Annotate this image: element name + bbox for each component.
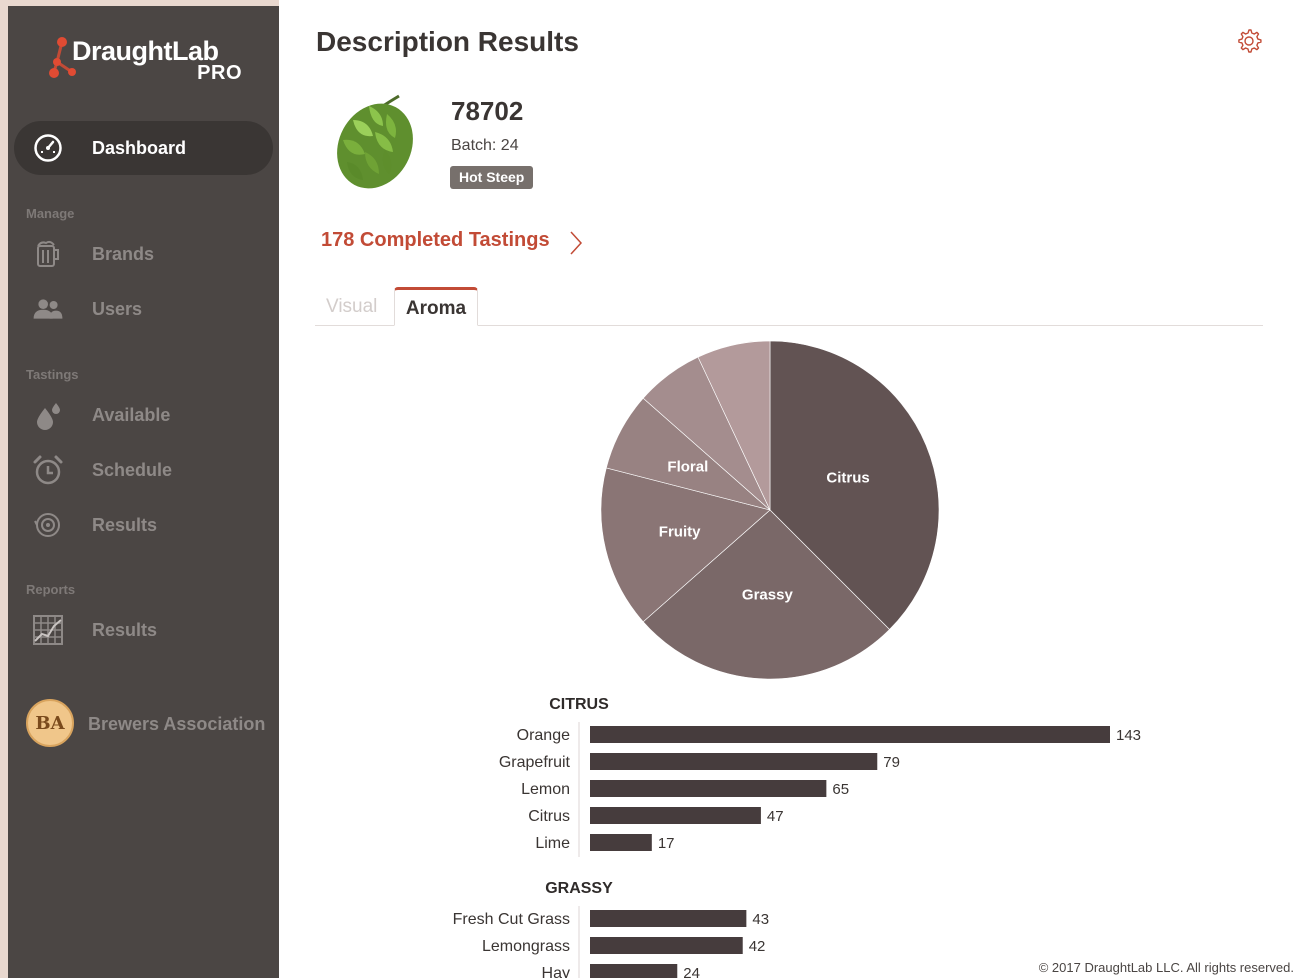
aroma-charts: Citrus Grassy Fruity Floral CITRUS Orange 143 G… bbox=[453, 340, 1141, 978]
bar-value-label: 47 bbox=[767, 808, 784, 825]
alarm-clock-icon bbox=[32, 454, 64, 486]
bar bbox=[590, 834, 652, 851]
bar bbox=[590, 780, 827, 797]
sidebar-item-schedule[interactable]: Schedule bbox=[8, 450, 279, 490]
drops-icon bbox=[32, 399, 64, 431]
bar bbox=[590, 807, 761, 824]
pie-label-fruity: Fruity bbox=[659, 524, 701, 541]
section-label-reports: Reports bbox=[26, 582, 76, 597]
sidebar-item-label: Schedule bbox=[92, 460, 173, 480]
org-name[interactable]: Brewers Association bbox=[88, 714, 265, 735]
logo-sub: PRO bbox=[197, 62, 242, 84]
pie-chart: Citrus Grassy Fruity Floral bbox=[600, 340, 940, 680]
bar-group-title: GRASSY bbox=[545, 880, 613, 897]
sidebar-item-report-results[interactable]: Results bbox=[8, 610, 279, 650]
bar bbox=[590, 753, 878, 770]
main-content: Description Results 78702 Batch: 24 Hot … bbox=[279, 0, 1301, 978]
pie-label-citrus: Citrus bbox=[826, 470, 869, 487]
bar-category-label: Hay bbox=[542, 965, 570, 978]
bar bbox=[590, 964, 678, 978]
bar-value-label: 79 bbox=[883, 754, 900, 771]
sidebar-item-users[interactable]: Users bbox=[8, 289, 279, 329]
sidebar-item-label: Results bbox=[92, 620, 158, 640]
brewers-association-logo: BA bbox=[26, 699, 74, 747]
sidebar: DraughtLab PRO Dashboard Manage Brands U… bbox=[8, 6, 279, 978]
bar bbox=[590, 910, 747, 927]
bar-value-label: 65 bbox=[832, 781, 849, 798]
bar-value-label: 24 bbox=[683, 965, 700, 978]
sidebar-item-label: Results bbox=[92, 515, 158, 535]
draughtlab-logo[interactable]: DraughtLab PRO bbox=[48, 36, 258, 88]
bar-value-label: 43 bbox=[752, 911, 769, 928]
pie-label-grassy: Grassy bbox=[742, 586, 794, 603]
section-label-manage: Manage bbox=[26, 206, 75, 221]
bar-group-citrus: CITRUS Orange 143 Grapefruit 79 Lemon 65 Citrus… bbox=[499, 696, 1141, 857]
bar-category-label: Fresh Cut Grass bbox=[453, 911, 570, 928]
sidebar-item-available[interactable]: Available bbox=[8, 395, 279, 435]
sidebar-item-label: Dashboard bbox=[92, 138, 187, 158]
bar-category-label: Lime bbox=[535, 835, 570, 852]
bar-value-label: 42 bbox=[749, 938, 766, 955]
sidebar-item-results[interactable]: Results bbox=[8, 505, 279, 545]
bar-category-label: Lemon bbox=[521, 781, 570, 798]
bar-group-title: CITRUS bbox=[549, 696, 609, 713]
beer-mug-icon bbox=[32, 238, 64, 270]
sidebar-item-label: Available bbox=[92, 405, 171, 425]
sidebar-item-label: Users bbox=[92, 299, 143, 319]
bar-group-grassy: GRASSY Fresh Cut Grass 43 Lemongrass 42 Hay 24 bbox=[453, 880, 769, 978]
sidebar-item-brands[interactable]: Brands bbox=[8, 234, 279, 274]
bar-category-label: Citrus bbox=[528, 808, 570, 825]
bar-value-label: 17 bbox=[658, 835, 675, 852]
bar-category-label: Lemongrass bbox=[482, 938, 570, 955]
results-spiral-icon bbox=[32, 509, 64, 541]
bar bbox=[590, 726, 1110, 743]
report-grid-icon bbox=[32, 614, 64, 646]
section-label-tastings: Tastings bbox=[26, 367, 79, 382]
bar-category-label: Orange bbox=[517, 727, 570, 744]
bar bbox=[590, 937, 743, 954]
users-icon bbox=[32, 293, 64, 325]
sidebar-item-dashboard[interactable]: Dashboard bbox=[8, 128, 279, 168]
dashboard-gauge-icon bbox=[32, 132, 64, 164]
bar-value-label: 143 bbox=[1116, 727, 1141, 744]
copyright-footer: © 2017 DraughtLab LLC. All rights reserv… bbox=[1038, 960, 1294, 975]
sidebar-item-label: Brands bbox=[92, 244, 155, 264]
bar-category-label: Grapefruit bbox=[499, 754, 571, 771]
pie-label-floral: Floral bbox=[667, 459, 708, 476]
